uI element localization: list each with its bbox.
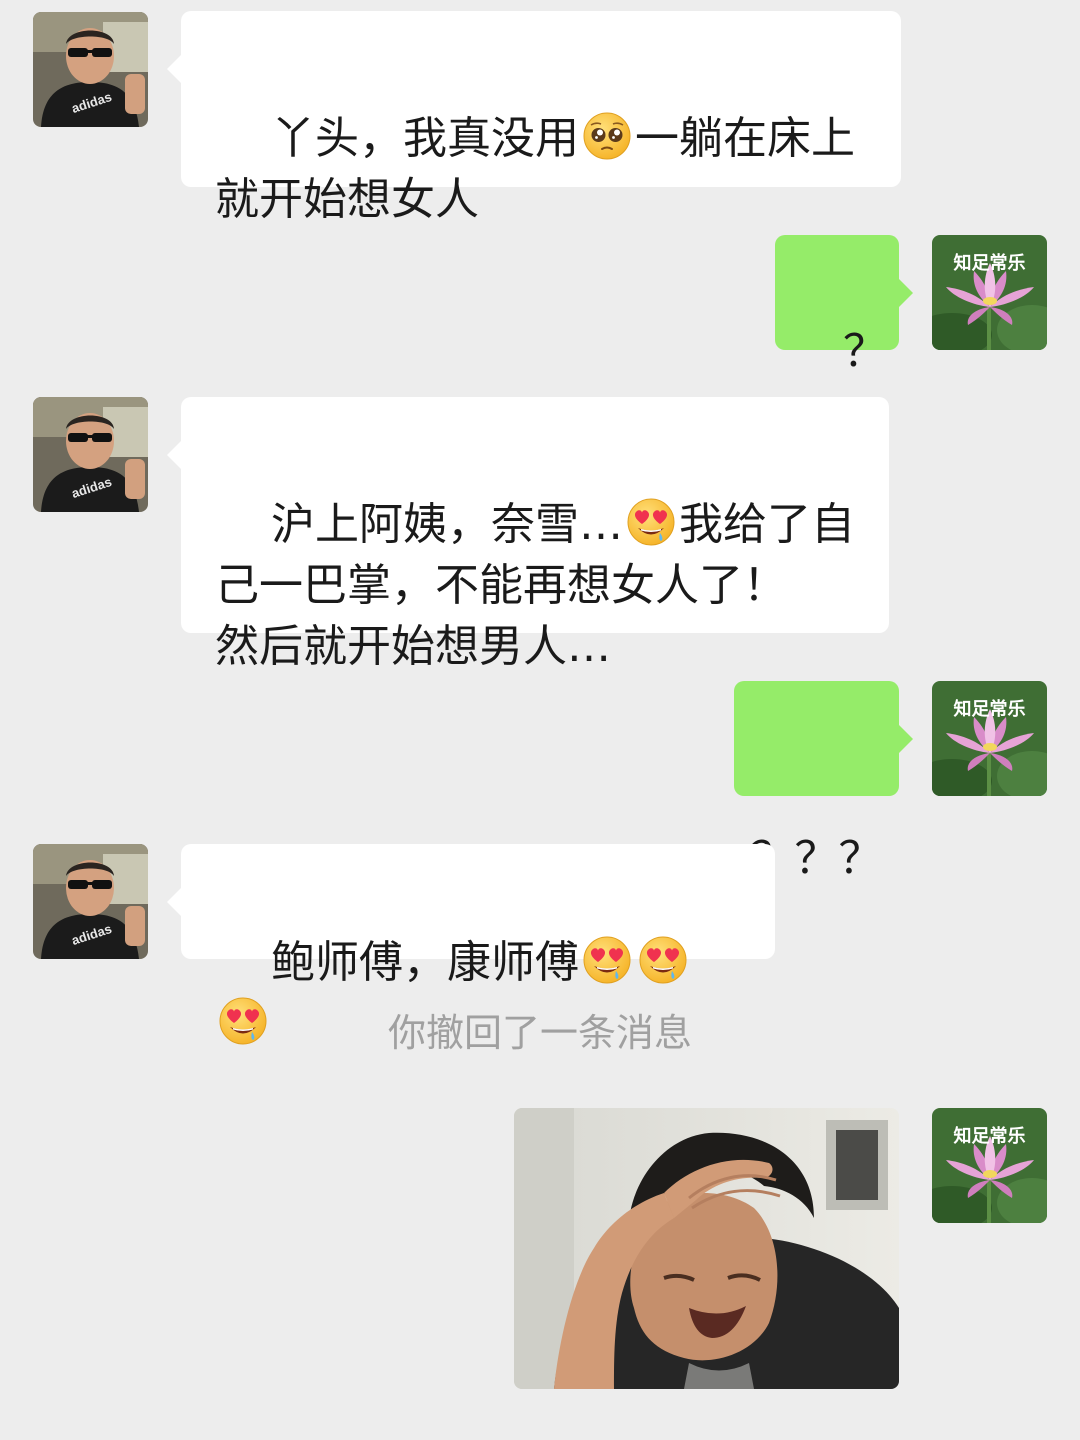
facepalm-meme-sticker-icon [514,1108,899,1389]
heart-eyes-drooling-emoji-icon [626,497,676,547]
incoming-message-bubble[interactable]: 沪上阿姨，奈雪… 我给了自 己一巴掌，不能再想女人了！ 然后就开始想男人… [167,397,889,672]
pleading-face-emoji-icon [582,111,632,161]
contact-avatar[interactable]: adidas [33,397,148,512]
contact-avatar[interactable]: adidas [33,844,148,959]
message-text: 沪上阿姨，奈雪… [270,499,623,550]
outgoing-message-bubble[interactable]: ？？？ [734,681,913,884]
my-avatar[interactable]: 知足常乐 [932,681,1047,796]
avatar-caption: 知足常乐 [953,253,1026,274]
sticker-message[interactable] [514,1108,899,1389]
incoming-message-bubble[interactable]: 丫头，我真没用 一躺在床上 就开始想女人 [167,11,901,225]
message-text: ？ [842,326,887,377]
my-avatar[interactable]: 知足常乐 [932,235,1047,350]
incoming-message-bubble[interactable]: 鲍师傅，康师傅 [167,844,775,959]
message-text: 丫头，我真没用 [270,113,579,164]
recall-notice: 你撤回了一条消息 [387,1011,692,1055]
message-text: 鲍师傅，康师傅 [270,937,579,988]
avatar-caption: 知足常乐 [953,699,1026,720]
contact-avatar[interactable]: adidas [33,12,148,127]
heart-eyes-drooling-emoji-icon [638,935,688,985]
my-avatar[interactable]: 知足常乐 [932,1108,1047,1223]
outgoing-message-bubble[interactable]: ？ [775,235,913,377]
heart-eyes-drooling-emoji-icon [582,935,632,985]
chat-window: adidas 丫头，我真没用 一躺在床上 就开始想女人 ？ 知足常乐 adidas… [0,0,1080,1440]
avatar-caption: 知足常乐 [953,1126,1026,1147]
